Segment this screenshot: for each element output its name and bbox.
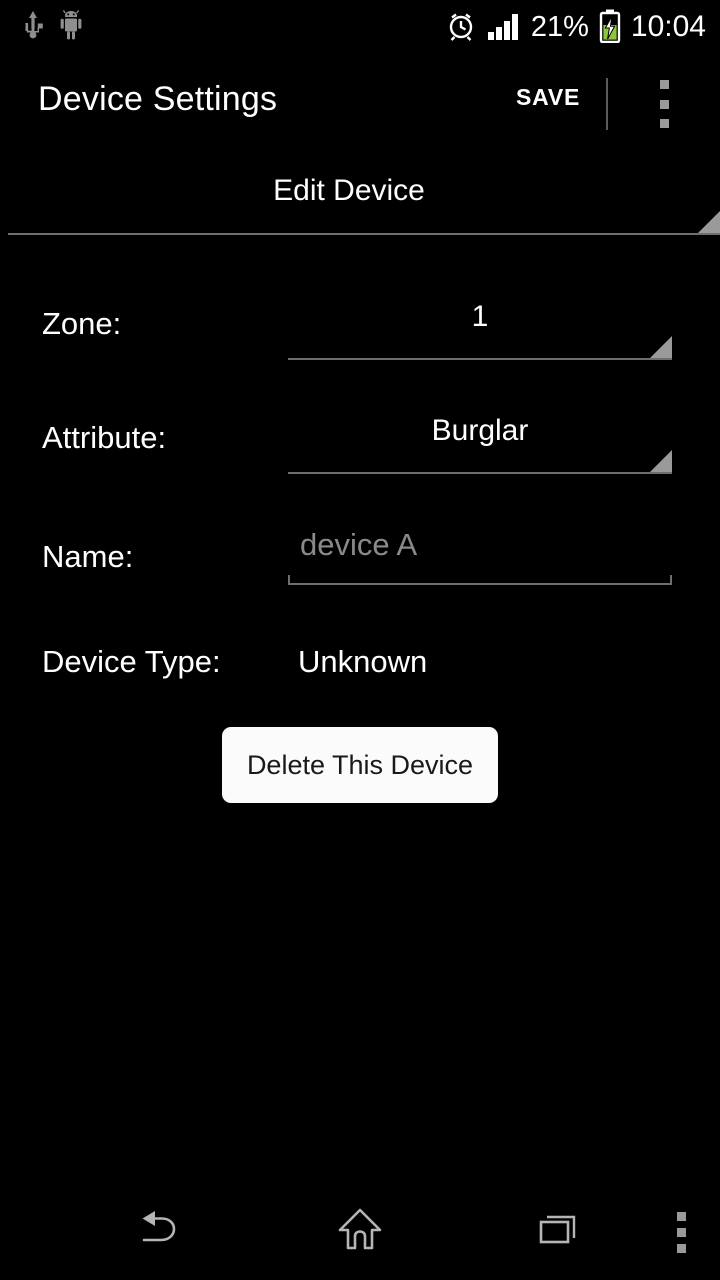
dropdown-caret-icon xyxy=(698,211,720,233)
spinner-underline xyxy=(288,472,672,474)
edit-device-spinner[interactable]: Edit Device xyxy=(8,160,720,235)
nav-menu-icon[interactable] xyxy=(660,1184,702,1280)
overflow-menu-icon[interactable] xyxy=(655,80,673,128)
action-bar: Device Settings SAVE xyxy=(0,56,720,144)
spinner-underline xyxy=(288,358,672,360)
name-input-underline xyxy=(288,583,672,585)
device-type-value: Unknown xyxy=(298,644,428,679)
battery-percent-label: 21% xyxy=(530,10,589,43)
name-input-tick-left xyxy=(288,575,290,585)
nav-menu-dot xyxy=(676,1243,686,1253)
name-input-placeholder: device A xyxy=(300,527,418,562)
name-row: Name: device A xyxy=(0,521,720,585)
nav-menu-dot xyxy=(676,1211,686,1221)
status-bar-right: 21% 10:04 xyxy=(445,0,706,56)
overflow-dot xyxy=(659,99,669,109)
status-clock: 10:04 xyxy=(630,10,706,43)
delete-device-button[interactable]: Delete This Device xyxy=(222,727,498,803)
navigation-bar xyxy=(0,1184,720,1280)
zone-spinner[interactable]: 1 xyxy=(288,298,672,360)
device-type-row: Device Type: Unknown xyxy=(0,644,720,688)
save-button[interactable]: SAVE xyxy=(516,84,580,111)
edit-device-spinner-value: Edit Device xyxy=(273,174,425,207)
dropdown-caret-icon xyxy=(650,336,672,358)
back-button[interactable] xyxy=(100,1184,220,1280)
zone-label: Zone: xyxy=(42,306,122,341)
status-bar-left-icons xyxy=(22,9,84,47)
overflow-dot xyxy=(659,80,669,89)
attribute-row: Attribute: Burglar xyxy=(0,412,720,474)
attribute-spinner[interactable]: Burglar xyxy=(288,412,672,474)
android-robot-icon xyxy=(58,9,84,47)
usb-icon xyxy=(22,10,44,47)
action-bar-divider xyxy=(606,78,608,130)
recents-button[interactable] xyxy=(500,1184,620,1280)
overflow-dot xyxy=(659,119,669,128)
zone-row: Zone: 1 xyxy=(0,298,720,360)
spinner-underline xyxy=(8,233,720,235)
name-label: Name: xyxy=(42,539,134,574)
signal-bars-icon xyxy=(487,11,521,46)
device-type-label: Device Type: xyxy=(42,644,221,679)
recents-icon xyxy=(537,1208,583,1257)
dropdown-caret-icon xyxy=(650,450,672,472)
zone-spinner-value: 1 xyxy=(471,300,489,333)
nav-menu-dot xyxy=(676,1227,686,1237)
name-input[interactable]: device A xyxy=(288,521,672,585)
home-button[interactable] xyxy=(300,1184,420,1280)
name-input-tick-right xyxy=(670,575,672,585)
home-icon xyxy=(336,1207,384,1258)
attribute-spinner-value: Burglar xyxy=(431,414,529,447)
page-title: Device Settings xyxy=(38,80,278,118)
alarm-clock-icon xyxy=(445,10,477,47)
battery-charging-icon xyxy=(599,9,621,48)
back-arrow-icon xyxy=(134,1208,186,1257)
attribute-label: Attribute: xyxy=(42,420,167,455)
status-bar: 21% 10:04 xyxy=(0,0,720,56)
